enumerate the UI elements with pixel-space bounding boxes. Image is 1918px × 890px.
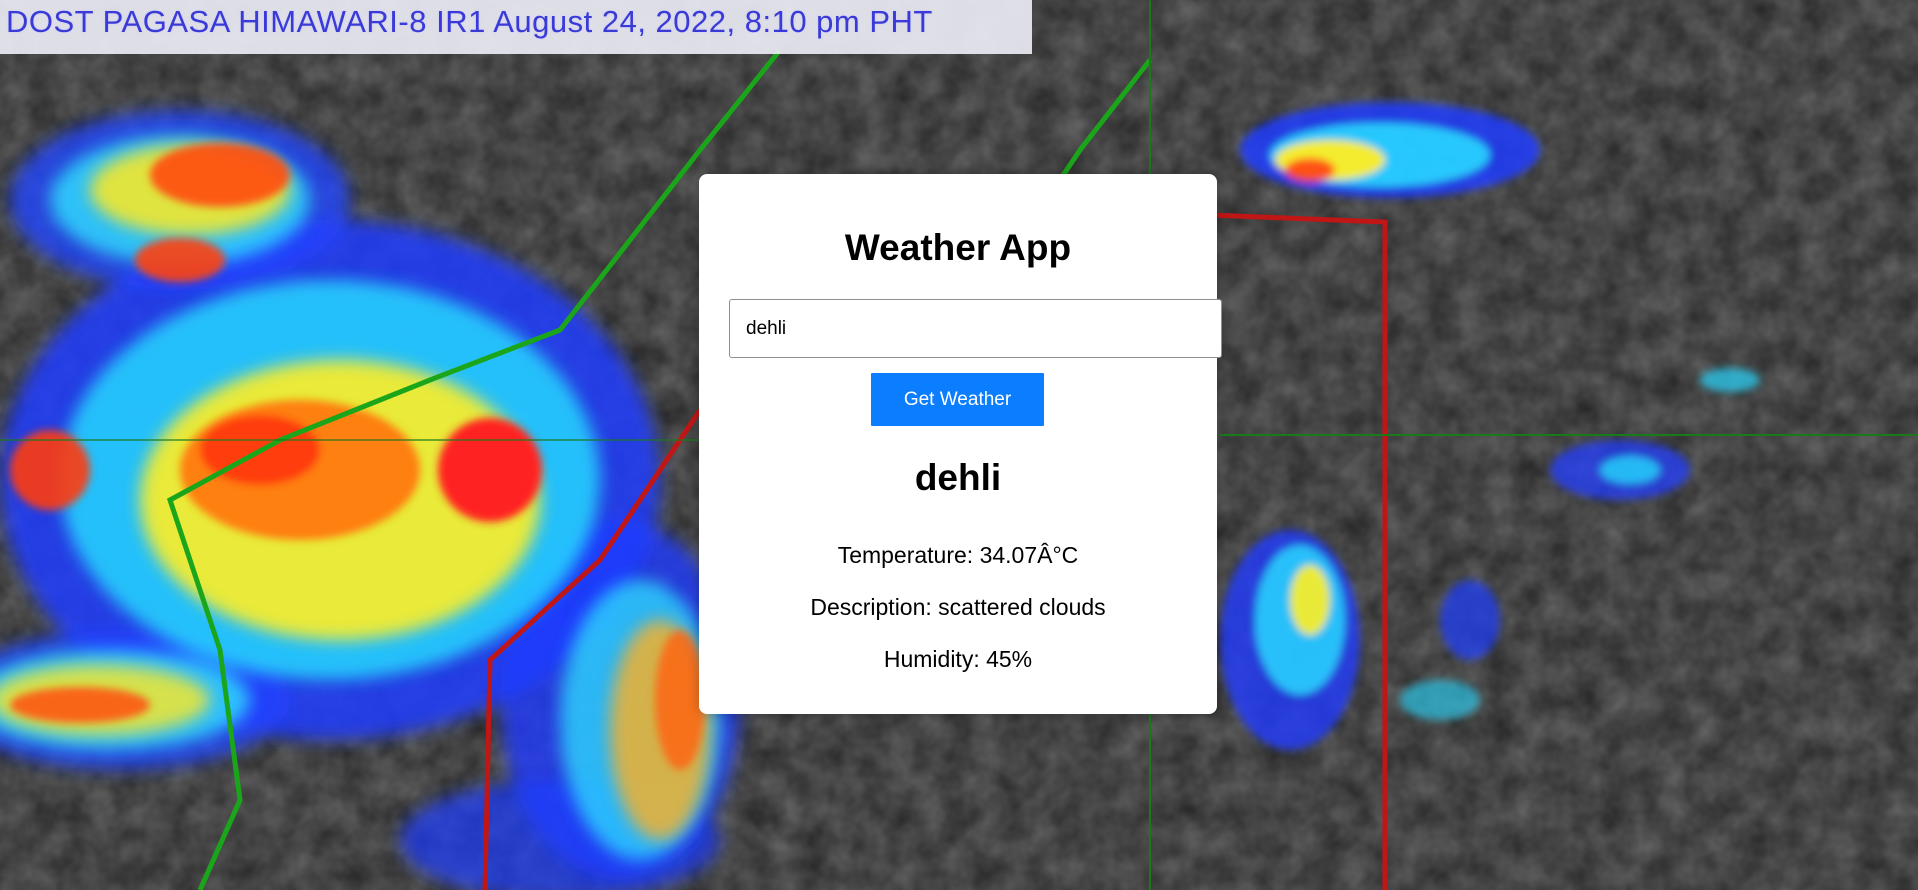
- get-weather-button[interactable]: Get Weather: [871, 373, 1044, 426]
- city-search-input[interactable]: [729, 299, 1222, 358]
- temperature-text: Temperature: 34.07Â°C: [837, 542, 1079, 568]
- weather-card: Weather App Get Weather dehli Temperatur…: [699, 174, 1222, 714]
- result-city-name: dehli: [914, 457, 1002, 498]
- app-title: Weather App: [844, 227, 1072, 268]
- satellite-image-caption: DOST PAGASA HIMAWARI-8 IR1 August 24, 20…: [0, 0, 1032, 54]
- humidity-text: Humidity: 45%: [883, 646, 1033, 672]
- description-text: Description: scattered clouds: [810, 594, 1106, 620]
